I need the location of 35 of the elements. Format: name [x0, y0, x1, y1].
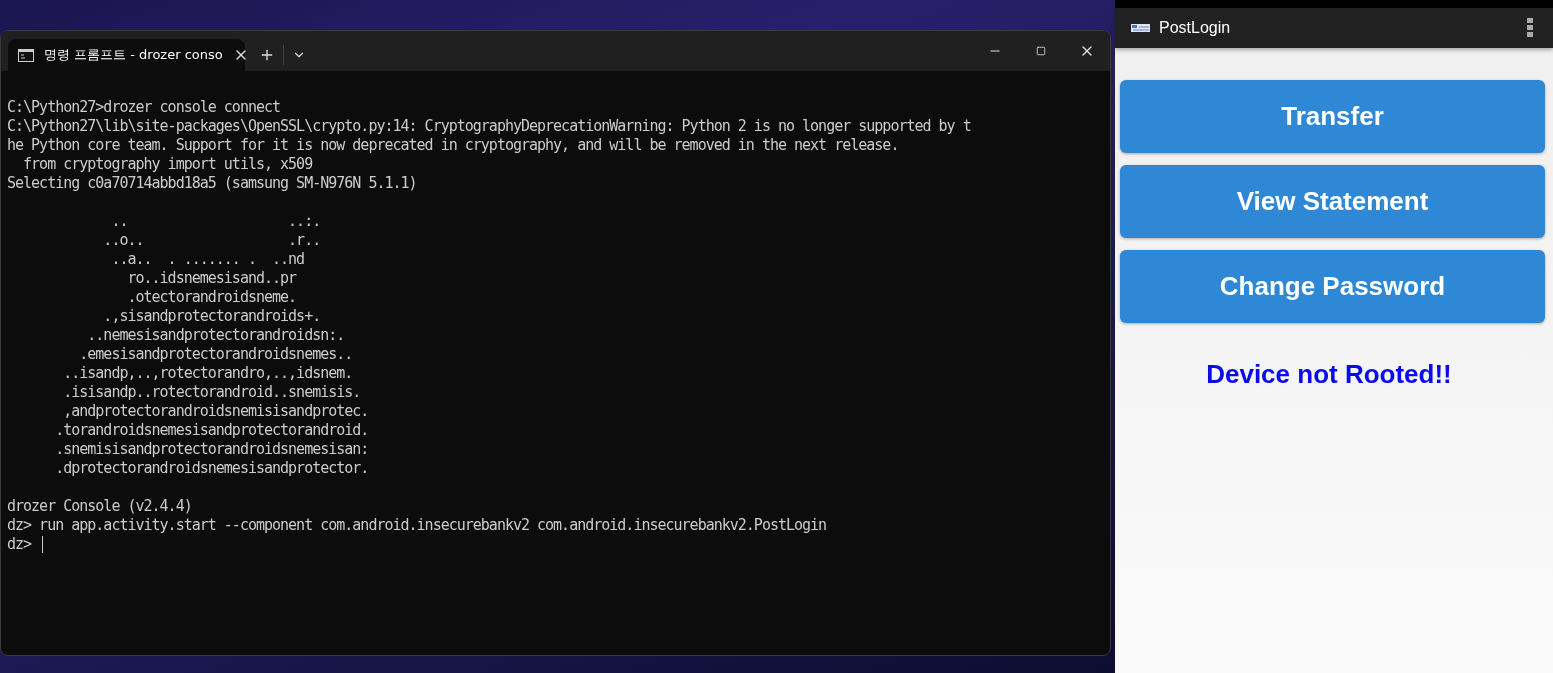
root-status-text: Device not Rooted!!	[1206, 359, 1452, 390]
console-line: .,sisandprotectorandroids+.	[102, 307, 322, 326]
console-line: Selecting c0a70714abbd18a5 (samsung SM-N976N 5.1.1)	[7, 174, 418, 193]
console-line: he Python core team. Support for it is now deprecated in cryptography, and will be removed in the next release.	[7, 136, 900, 155]
app-icon	[1131, 24, 1150, 32]
console-line: C:\Python27\lib\site-packages\OpenSSL\crypto.py:14: CryptographyDeprecationWarning: Python 2 is no longer supported by t	[7, 117, 972, 136]
console-line: ..nemesisandprotectorandroidsn:.	[86, 326, 346, 345]
console-line: ,andprotectorandroidsnemisisandprotec.	[62, 402, 370, 421]
console-line: drozer Console (v2.4.4)	[7, 497, 193, 516]
console-line: .isisandp..rotectorandroid..snemisis.	[62, 383, 362, 402]
console-line: C:\Python27>drozer console connect	[7, 98, 282, 117]
console-prompt: dz>	[7, 535, 32, 554]
overflow-menu-icon[interactable]	[1527, 18, 1533, 38]
terminal-tab[interactable]: 명령 프롬프트 - drozer conso	[8, 39, 245, 71]
console-line: .snemisisandprotectorandroidsnemesisan:	[54, 440, 370, 459]
plus-icon[interactable]	[259, 47, 275, 63]
console-line: ..isandp,..,rotectorandro,..,idsnem.	[62, 364, 354, 383]
console-line: .emesisandprotectorandroidsnemes..	[78, 345, 354, 364]
console-line: ..o.. .r..	[102, 231, 322, 250]
console-line: .torandroidsnemesisandprotectorandroid.	[54, 421, 370, 440]
tab-title: 명령 프롬프트 - drozer conso	[44, 46, 223, 64]
console-line: dz> run app.activity.start --component com.android.insecurebankv2 com.android.insecurebankv2.PostLogin	[7, 516, 828, 535]
text-cursor	[42, 536, 44, 553]
app-title: PostLogin	[1159, 19, 1231, 37]
action-button[interactable]: View Statement	[1120, 165, 1545, 238]
action-button[interactable]: Transfer	[1120, 80, 1545, 153]
console-line: .otectorandroidsneme.	[126, 288, 298, 307]
console-line: from cryptography import utils, x509	[22, 155, 314, 174]
console-line: .dprotectorandroidsnemesisandprotector.	[54, 459, 370, 478]
console-line: ..a.. . ....... . ..nd	[110, 250, 306, 269]
action-button[interactable]: Change Password	[1120, 250, 1545, 323]
console-line: .. ..:.	[110, 212, 322, 231]
terminal-icon	[18, 48, 34, 62]
maximize-icon	[1036, 46, 1046, 56]
console-line: ro..idsnemesisand..pr	[126, 269, 298, 288]
